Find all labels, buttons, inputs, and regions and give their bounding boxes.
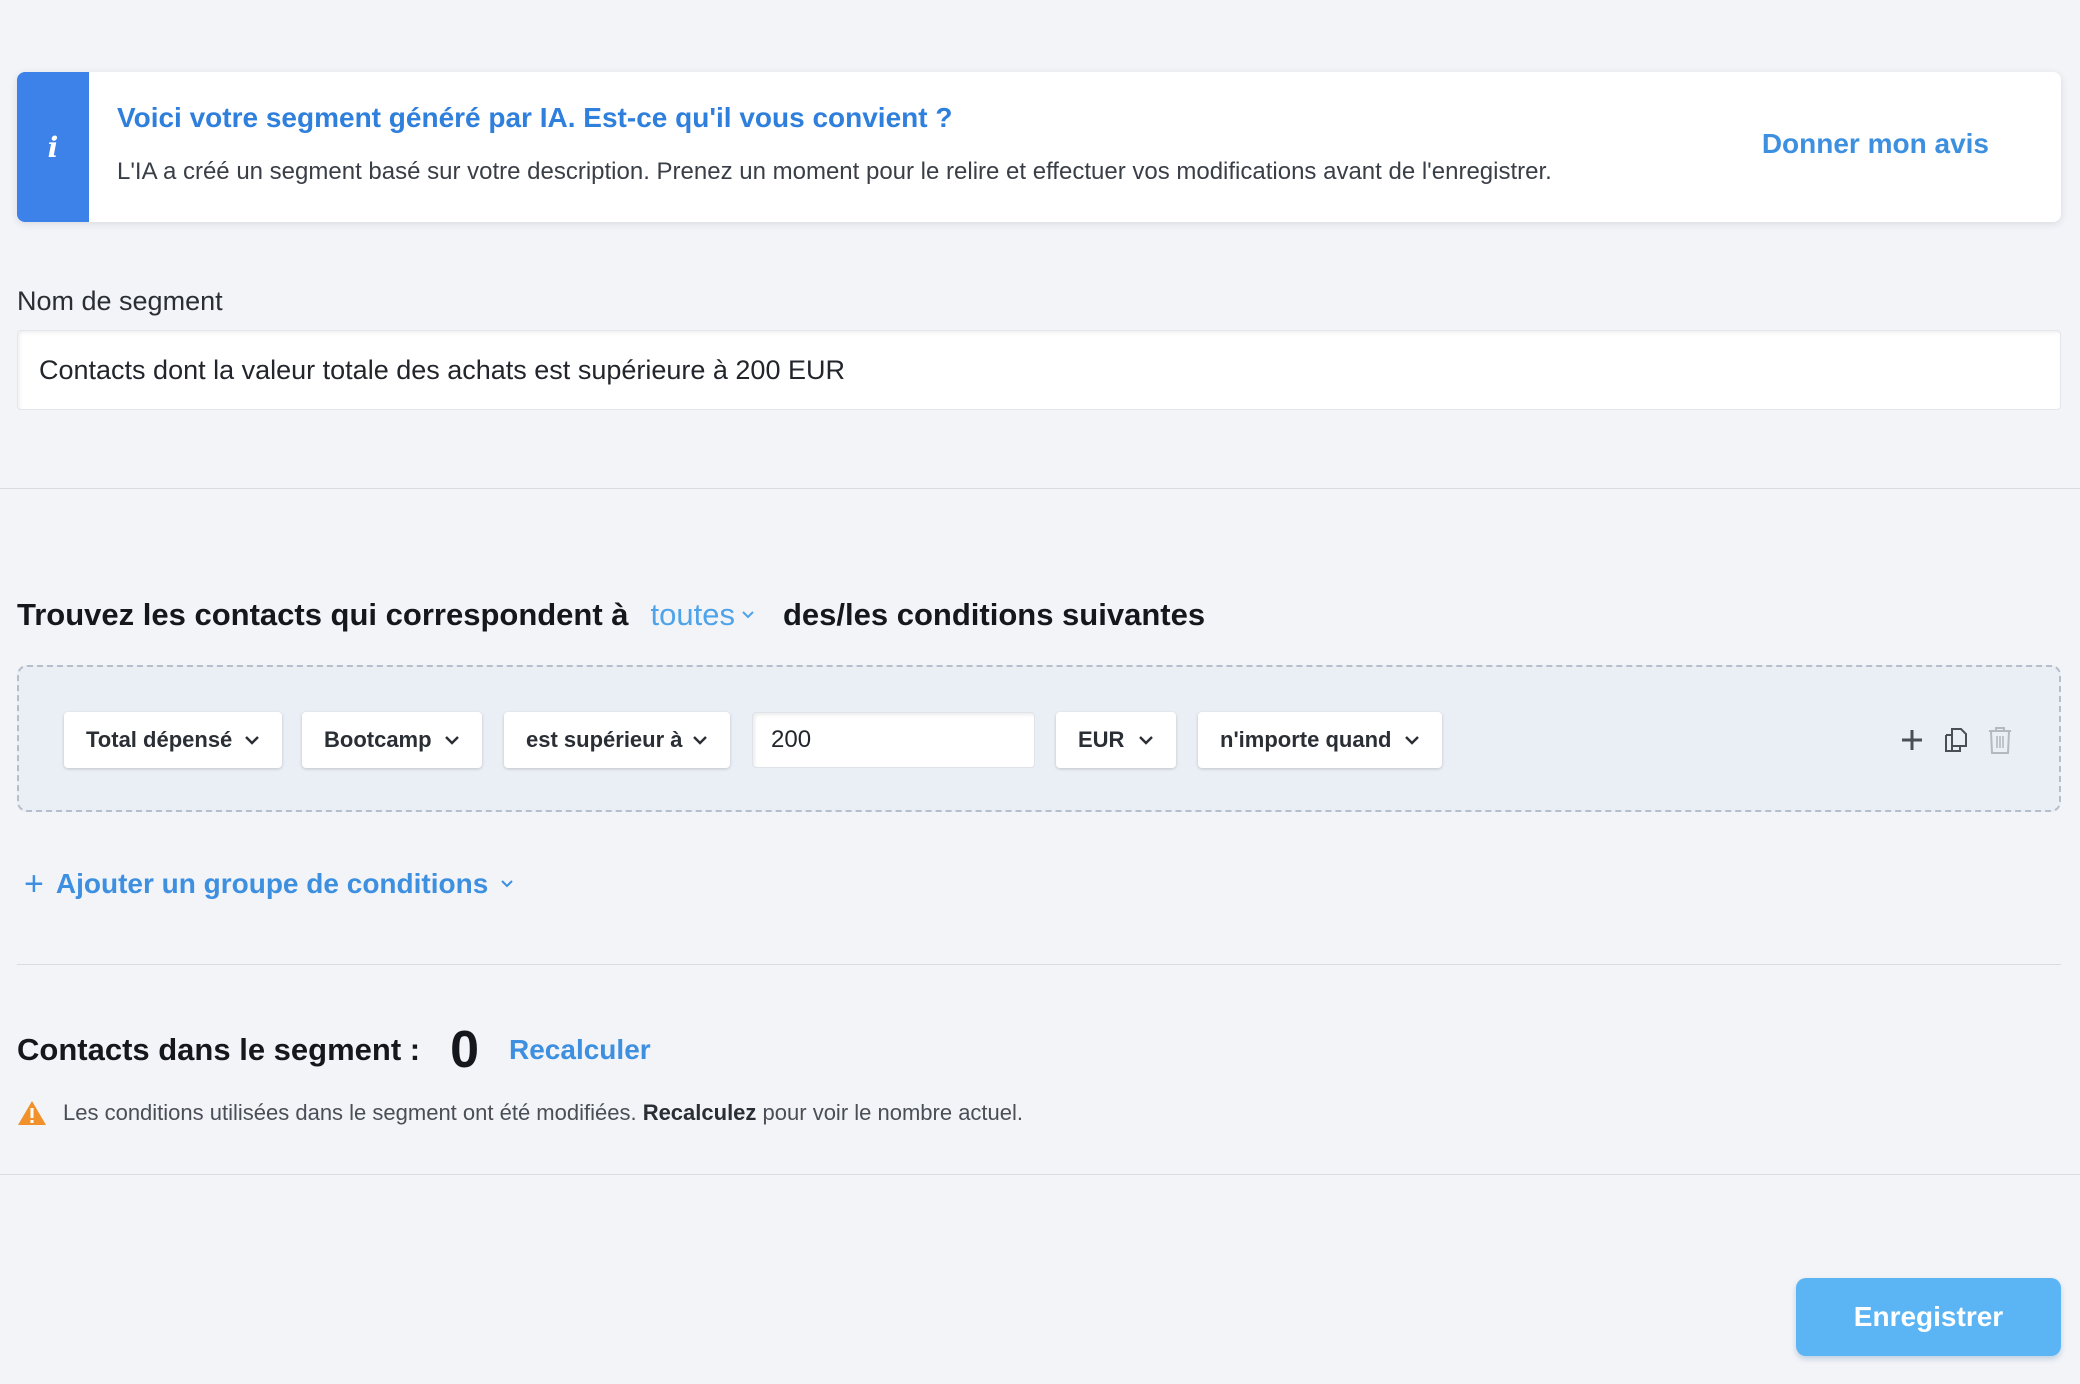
section-divider xyxy=(0,1174,2080,1175)
copy-icon xyxy=(1945,728,1967,752)
chevron-down-icon xyxy=(693,736,707,745)
warning-text-suffix: pour voir le nombre actuel. xyxy=(762,1100,1024,1125)
currency-select[interactable]: EUR xyxy=(1056,712,1176,768)
trash-icon xyxy=(1989,727,2011,754)
timeframe-select-value: n'importe quand xyxy=(1220,727,1392,752)
segment-name-input[interactable] xyxy=(17,330,2061,410)
feedback-link[interactable]: Donner mon avis xyxy=(1762,128,1989,160)
add-condition-group-label: Ajouter un groupe de conditions xyxy=(55,868,489,899)
conditions-heading: Trouvez les contacts qui correspondent à… xyxy=(17,595,1205,635)
currency-select-value: EUR xyxy=(1078,727,1125,752)
warning-text-bold: Recalculez xyxy=(642,1100,757,1125)
timeframe-select[interactable]: n'importe quand xyxy=(1198,712,1442,768)
chevron-down-icon xyxy=(245,736,259,745)
warning-text: Les conditions utilisées dans le segment… xyxy=(63,1100,1023,1126)
chevron-down-icon xyxy=(1405,736,1419,745)
save-button[interactable]: Enregistrer xyxy=(1796,1278,2061,1356)
section-divider xyxy=(0,488,2080,489)
banner-description: L'IA a créé un segment basé sur votre de… xyxy=(117,158,1552,185)
chevron-down-icon xyxy=(742,611,754,619)
recalculate-warning: Les conditions utilisées dans le segment… xyxy=(17,1098,1023,1128)
condition-value-input[interactable] xyxy=(752,712,1035,768)
condition-group: Total dépensé Bootcamp est supérieur à E… xyxy=(17,665,2061,812)
conditions-heading-prefix: Trouvez les contacts qui correspondent à xyxy=(17,597,629,632)
source-select[interactable]: Bootcamp xyxy=(302,712,482,768)
duplicate-condition-button[interactable] xyxy=(1939,723,1973,757)
warning-text-prefix: Les conditions utilisées dans le segment… xyxy=(63,1100,637,1125)
segment-name-label: Nom de segment xyxy=(17,286,223,316)
segment-count-row: Contacts dans le segment : 0 Recalculer xyxy=(17,1020,651,1080)
segment-count-value: 0 xyxy=(450,1021,480,1079)
add-condition-group-button[interactable]: + Ajouter un groupe de conditions xyxy=(24,864,514,904)
add-condition-button[interactable] xyxy=(1895,723,1929,757)
attribute-select-value: Total dépensé xyxy=(86,727,233,752)
segment-editor-page: i Voici votre segment généré par IA. Est… xyxy=(0,0,2080,1384)
delete-condition-button[interactable] xyxy=(1983,723,2017,757)
source-select-value: Bootcamp xyxy=(324,727,432,752)
operator-select[interactable]: est supérieur à xyxy=(504,712,730,768)
plus-icon xyxy=(1902,730,1922,750)
ai-info-banner: i Voici votre segment généré par IA. Est… xyxy=(17,72,2061,222)
match-mode-value: toutes xyxy=(650,597,735,632)
section-divider xyxy=(17,964,2061,965)
warning-icon xyxy=(18,1101,46,1125)
plus-icon: + xyxy=(24,865,44,903)
recalculate-link[interactable]: Recalculer xyxy=(509,1034,651,1066)
info-icon: i xyxy=(17,72,89,222)
match-mode-dropdown[interactable]: toutes xyxy=(651,597,755,633)
segment-count-label: Contacts dans le segment : xyxy=(17,1032,421,1067)
chevron-down-icon xyxy=(445,736,459,745)
attribute-select[interactable]: Total dépensé xyxy=(64,712,282,768)
operator-select-value: est supérieur à xyxy=(526,727,683,752)
chevron-down-icon xyxy=(1139,736,1153,745)
chevron-down-icon xyxy=(501,880,514,888)
conditions-heading-suffix: des/les conditions suivantes xyxy=(783,597,1206,632)
